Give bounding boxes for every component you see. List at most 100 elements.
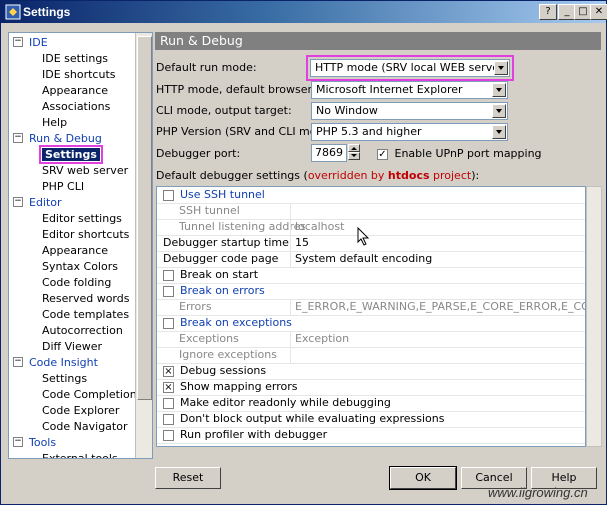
grid-checkbox[interactable] bbox=[163, 189, 174, 201]
chevron-down-icon[interactable] bbox=[492, 125, 506, 139]
debugger-port-label: Debugger port: bbox=[156, 147, 241, 160]
tree-item[interactable]: IDE settings bbox=[42, 51, 108, 67]
grid-row[interactable]: Run profiler with debugger bbox=[157, 427, 585, 444]
grid-checkbox[interactable] bbox=[163, 285, 174, 297]
grid-row[interactable]: SSH tunnel bbox=[157, 203, 585, 220]
tree-item[interactable]: External tools bbox=[42, 451, 118, 459]
tree-category-label: Code Insight bbox=[29, 356, 98, 369]
tree-item[interactable]: Code Navigator bbox=[42, 419, 127, 435]
grid-column-divider bbox=[290, 347, 291, 363]
tree-scroll-thumb[interactable] bbox=[137, 36, 152, 400]
tree-category-4[interactable]: − Tools bbox=[13, 435, 56, 451]
caption-project-word: project bbox=[429, 169, 472, 182]
grid-row[interactable]: Make editor readonly while debugging bbox=[157, 395, 585, 412]
debugger-port-stepper[interactable]: 7869 bbox=[311, 144, 361, 162]
grid-checkbox[interactable] bbox=[163, 269, 174, 281]
grid-prop-value[interactable]: 15 bbox=[295, 235, 585, 250]
grid-checkbox[interactable]: × bbox=[163, 365, 174, 377]
title-bar[interactable]: Settings ? _ □ ✕ bbox=[1, 1, 607, 23]
tree-item[interactable]: Code Completion bbox=[42, 387, 137, 403]
tree-item[interactable]: Reserved words bbox=[42, 291, 129, 307]
ok-button[interactable]: OK bbox=[389, 466, 457, 490]
spin-up-button[interactable] bbox=[348, 144, 360, 152]
grid-row[interactable]: Break on errors bbox=[157, 283, 585, 300]
grid-check-label: Debug sessions bbox=[180, 364, 267, 377]
tree-item[interactable]: PHP CLI bbox=[42, 179, 84, 195]
tree-item[interactable]: Diff Viewer bbox=[42, 339, 102, 355]
grid-row[interactable]: Errors E_ERROR,E_WARNING,E_PARSE,E_CORE_E… bbox=[157, 299, 585, 316]
grid-row[interactable]: × Show mapping errors bbox=[157, 379, 585, 396]
tree-item[interactable]: Editor shortcuts bbox=[42, 227, 129, 243]
grid-row[interactable]: × Debug sessions bbox=[157, 363, 585, 380]
help-title-button[interactable]: ? bbox=[539, 4, 557, 20]
chevron-down-icon[interactable] bbox=[492, 83, 506, 97]
grid-column-divider bbox=[290, 203, 291, 219]
tree-item-label: PHP CLI bbox=[42, 180, 85, 193]
chevron-down-icon[interactable] bbox=[492, 104, 506, 118]
tree-item-label: Appearance bbox=[42, 84, 109, 97]
grid-prop-value[interactable]: E_ERROR,E_WARNING,E_PARSE,E_CORE_ERROR,E… bbox=[295, 299, 585, 314]
grid-row[interactable]: Ignore exceptions bbox=[157, 347, 585, 364]
grid-checkbox[interactable] bbox=[163, 317, 174, 329]
tree-item[interactable]: Settings bbox=[42, 371, 87, 387]
upnp-row[interactable]: ✓ Enable UPnP port mapping bbox=[377, 146, 542, 162]
grid-checkbox[interactable] bbox=[163, 413, 174, 425]
collapse-icon[interactable]: − bbox=[13, 437, 23, 447]
php-version-select[interactable]: PHP 5.3 and higher bbox=[311, 123, 508, 141]
debugger-settings-grid[interactable]: Use SSH tunnel SSH tunnel Tunnel listening… bbox=[156, 186, 586, 447]
grid-row[interactable]: Tunnel listening address localhost bbox=[157, 219, 585, 236]
grid-row[interactable]: Don't block output while evaluating expr… bbox=[157, 411, 585, 428]
tree-item[interactable]: Appearance bbox=[42, 243, 108, 259]
grid-row[interactable]: Exceptions Exception bbox=[157, 331, 585, 348]
collapse-icon[interactable]: − bbox=[13, 133, 23, 143]
grid-prop-label: Debugger startup timeout bbox=[163, 236, 289, 249]
collapse-icon[interactable]: − bbox=[13, 357, 23, 367]
grid-scrollbar[interactable] bbox=[586, 186, 602, 447]
grid-prop-label: Ignore exceptions bbox=[179, 348, 277, 361]
tree-item[interactable]: IDE shortcuts bbox=[42, 67, 116, 83]
close-button[interactable]: ✕ bbox=[590, 4, 607, 20]
grid-row[interactable]: Break on exceptions bbox=[157, 315, 585, 332]
tree-item[interactable]: Code Explorer bbox=[42, 403, 119, 419]
collapse-icon[interactable]: − bbox=[13, 197, 23, 207]
grid-checkbox[interactable] bbox=[163, 397, 174, 409]
tree-item[interactable]: Editor settings bbox=[42, 211, 122, 227]
grid-checkbox[interactable] bbox=[163, 429, 174, 441]
debugger-port-input[interactable]: 7869 bbox=[311, 144, 347, 162]
grid-row[interactable]: Break on start bbox=[157, 267, 585, 284]
tree-category-1[interactable]: − Run & Debug bbox=[13, 131, 102, 147]
tree-item[interactable]: Autocorrection bbox=[42, 323, 123, 339]
cli-target-select[interactable]: No Window bbox=[311, 102, 508, 120]
tree-item[interactable]: Associations bbox=[42, 99, 110, 115]
tree-category-label: IDE bbox=[29, 36, 48, 49]
tree-item[interactable]: Code folding bbox=[42, 275, 111, 291]
reset-button[interactable]: Reset bbox=[155, 467, 221, 489]
grid-prop-value[interactable]: localhost bbox=[295, 219, 585, 234]
upnp-checkbox[interactable]: ✓ bbox=[377, 148, 388, 160]
grid-prop-value[interactable]: System default encoding bbox=[295, 251, 585, 266]
grid-row[interactable]: Debugger code page System default encodin… bbox=[157, 251, 585, 268]
tree-item[interactable]: Help bbox=[42, 115, 67, 131]
tree-category-0[interactable]: − IDE bbox=[13, 35, 48, 51]
tree-item[interactable]: Code templates bbox=[42, 307, 129, 323]
tree-item-label: Code Explorer bbox=[42, 404, 120, 417]
tree-item[interactable]: Appearance bbox=[42, 83, 108, 99]
tree-category-3[interactable]: − Code Insight bbox=[13, 355, 98, 371]
tree-item[interactable]: SRV web server bbox=[42, 163, 128, 179]
grid-prop-value[interactable]: Exception bbox=[295, 331, 585, 346]
grid-row[interactable]: Use SSH tunnel bbox=[157, 187, 585, 204]
collapse-icon[interactable]: − bbox=[13, 37, 23, 47]
tree-item-label: Diff Viewer bbox=[42, 340, 102, 353]
tree-category-2[interactable]: − Editor bbox=[13, 195, 62, 211]
chevron-down-icon[interactable] bbox=[494, 61, 508, 75]
grid-row[interactable]: Debugger startup timeout 15 bbox=[157, 235, 585, 252]
run-mode-select[interactable]: HTTP mode (SRV local WEB server) bbox=[306, 55, 514, 81]
tree-scrollbar[interactable] bbox=[135, 33, 152, 458]
tree-item-label: External tools bbox=[42, 452, 118, 459]
settings-tree[interactable]: − IDE IDE settings IDE shortcuts Appearance A… bbox=[8, 32, 153, 459]
tree-item[interactable]: Syntax Colors bbox=[42, 259, 118, 275]
browser-select[interactable]: Microsoft Internet Explorer bbox=[311, 81, 508, 99]
tree-item[interactable]: Settings bbox=[39, 145, 103, 164]
spin-down-button[interactable] bbox=[348, 152, 360, 160]
grid-checkbox[interactable]: × bbox=[163, 381, 174, 393]
